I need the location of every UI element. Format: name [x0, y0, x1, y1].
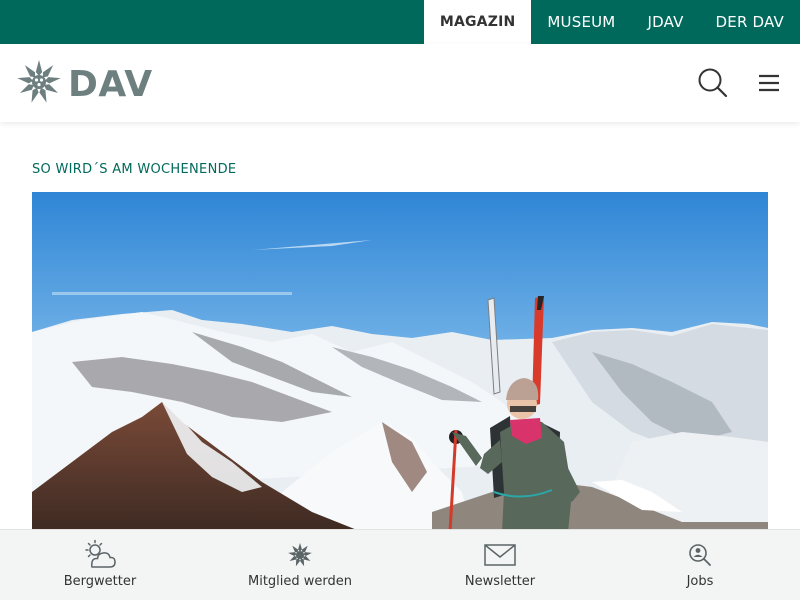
- menu-button[interactable]: [756, 70, 782, 96]
- bottom-quick-bar: Bergwetter Mitglied werden Newsletter Jo…: [0, 529, 800, 600]
- bottom-item-label: Bergwetter: [63, 574, 137, 589]
- search-button[interactable]: [696, 66, 730, 100]
- dav-logo[interactable]: DAV: [16, 59, 153, 109]
- site-header: DAV: [0, 44, 800, 122]
- hamburger-menu-icon: [756, 74, 782, 100]
- topnav-item-museum[interactable]: MUSEUM: [531, 0, 631, 44]
- topnav-item-jdav[interactable]: JDAV: [631, 0, 699, 44]
- edelweiss-icon: [16, 59, 62, 109]
- bottom-item-newsletter[interactable]: Newsletter: [400, 530, 600, 600]
- edelweiss-icon: [286, 539, 314, 571]
- topnav-item-der-dav[interactable]: DER DAV: [700, 0, 800, 44]
- search-icon: [696, 68, 730, 104]
- bottom-item-label: Newsletter: [464, 574, 536, 589]
- logo-text: DAV: [68, 63, 153, 105]
- top-navigation: MAGAZIN MUSEUM JDAV DER DAV: [0, 0, 800, 44]
- topnav-item-magazin[interactable]: MAGAZIN: [423, 0, 532, 44]
- hero-image[interactable]: [32, 192, 768, 532]
- bottom-item-label: Mitglied werden: [247, 574, 353, 589]
- bottom-item-mitglied-werden[interactable]: Mitglied werden: [200, 530, 400, 600]
- bottom-item-label: Jobs: [686, 574, 714, 589]
- bottom-item-jobs[interactable]: Jobs: [600, 530, 800, 600]
- section-label[interactable]: SO WIRD´S AM WOCHENENDE: [32, 162, 236, 177]
- hero-photo: [32, 192, 768, 532]
- weather-icon: [83, 539, 117, 571]
- envelope-icon: [483, 539, 517, 571]
- job-search-icon: [687, 539, 713, 571]
- bottom-item-bergwetter[interactable]: Bergwetter: [0, 530, 200, 600]
- top-nav-list: MAGAZIN MUSEUM JDAV DER DAV: [423, 0, 800, 44]
